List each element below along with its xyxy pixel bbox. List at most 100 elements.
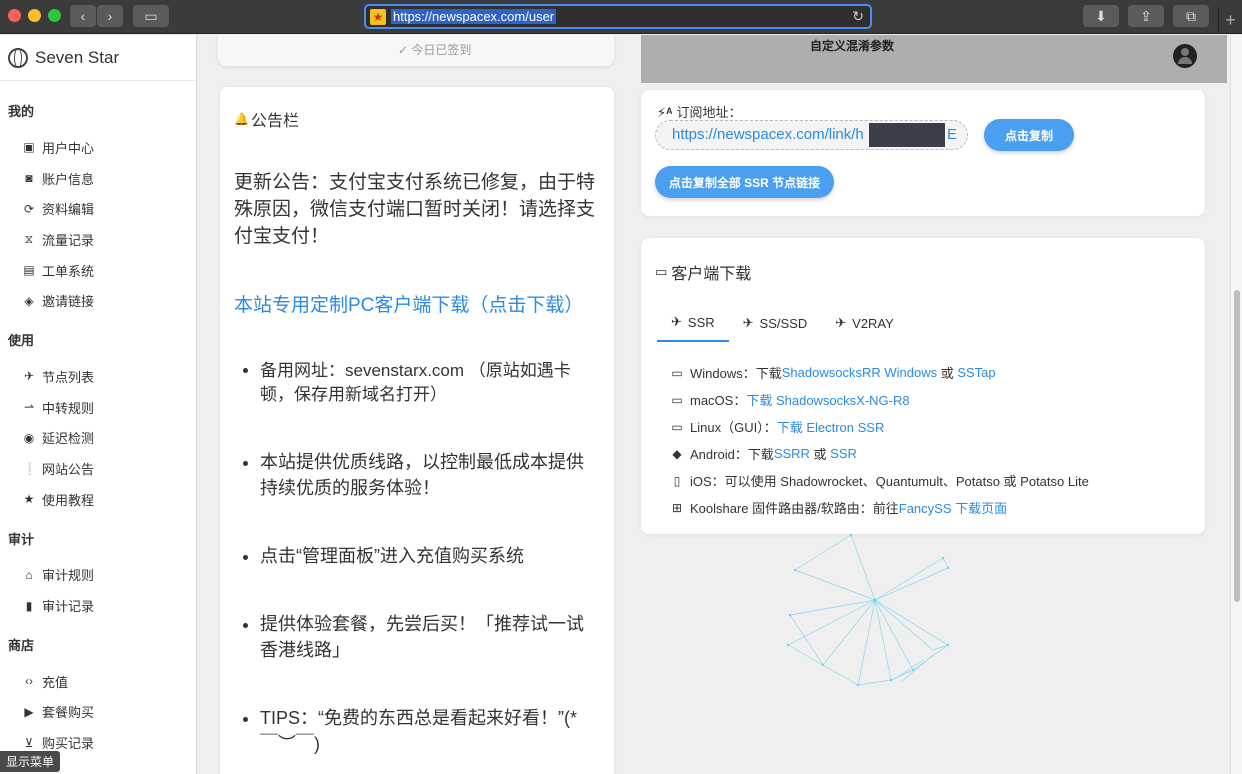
subscription-card: ⚡ᴬ 订阅地址： https://newspacex.com/link/h E 点… [641,90,1205,216]
sstap-link[interactable]: SSTap [957,365,995,380]
sidebar-item-label: 节点列表 [42,369,95,385]
globe-icon [8,47,28,68]
list-item: 点击“管理面板”进入充值购买系统 [260,543,600,569]
forum-icon: ▤ [23,263,35,278]
update-notice: 更新公告：支付宝支付系统已修复，由于特殊原因，微信支付端口暂时关闭！请选择支付宝… [234,172,596,247]
sidebar-item-node-list[interactable]: ✈ 节点列表 [0,361,196,392]
copy-all-ssr-button[interactable]: 点击复制全部 SSR 节点链接 [655,166,834,198]
sidebar-toggle-button[interactable]: ▭ [133,5,169,27]
download-row-linux: ▭ Linux（GUI）： 下载 Electron SSR [669,417,884,436]
tab-v2ray[interactable]: ✈ V2RAY [821,310,908,342]
download-or: 或 [937,366,958,381]
redaction-mask [869,123,945,147]
sidebar-item-buy-plan[interactable]: ▶ 套餐购买 [0,697,196,728]
sidebar-item-label: 充值 [42,674,69,690]
checkin-card: ✓ 今日已签到 [218,35,614,66]
sidebar-item-user-center[interactable]: ▣ 用户中心 [0,132,196,163]
airplane-icon: ✈ [23,369,35,384]
section-title-audit: 审计 [8,531,35,547]
download-or: 或 [809,447,831,462]
devices-icon: ▭ [655,264,668,279]
sidebar-item-account-info[interactable]: ◙ 账户信息 [0,163,196,194]
download-row-android: ◆ Android：下载 SSRR 或 SSR [669,444,857,463]
subscription-url-field[interactable]: https://newspacex.com/link/h E [655,120,968,150]
download-label: Koolshare 固件路由器/软路由：前往 [690,501,899,516]
sidebar-item-relay-rules[interactable]: ⇀ 中转规则 [0,392,196,423]
downloads-button[interactable]: ⬇ [1083,5,1119,27]
sidebar-item-label: 邀请链接 [42,294,95,310]
zoom-window-button[interactable] [48,9,61,22]
page-scrollbar[interactable] [1230,35,1242,774]
sidebar-item-profile-edit[interactable]: ⟳ 资料编辑 [0,193,196,224]
sidebar-item-latency-test[interactable]: ◉ 延迟检测 [0,423,196,454]
download-label: iOS：可以使用 Shadowrocket、Quantumult、Potatso… [690,474,1089,489]
sidebar-item-audit-log[interactable]: ▮ 审计记录 [0,590,196,621]
show-menu-button[interactable]: 显示菜单 [0,751,61,772]
ssrr-link[interactable]: SSRR [774,446,810,461]
sidebar-item-ticket-system[interactable]: ▤ 工单系统 [0,255,196,286]
account-circle-icon[interactable] [1173,44,1197,68]
client-tabs: ✈ SSR ✈ SS/SSD ✈ V2RAY [657,310,908,342]
tag-icon: ◈ [24,293,34,308]
bank-icon: ⌂ [25,567,33,582]
back-button[interactable]: ‹ [70,5,96,27]
ssr-android-link[interactable]: SSR [830,446,857,461]
sidebar-item-label: 套餐购买 [42,705,95,721]
tab-ss-ssd[interactable]: ✈ SS/SSD [729,310,822,342]
download-label: Windows：下载 [690,366,782,381]
share-icon: ⇪ [1140,7,1152,24]
chevron-left-icon: ‹ [80,8,86,24]
sidebar-item-label: 审计记录 [42,599,95,615]
eye-icon: ◉ [23,430,35,445]
main-content: ✓ 今日已签到 🔔 公告栏 更新公告：支付宝支付系统已修复，由于特殊原因，微信支… [198,35,1230,774]
flight-takeoff-icon: ✈ [742,315,754,330]
forward-button[interactable]: › [97,5,123,27]
scrollbar-thumb[interactable] [1234,290,1240,602]
sidebar-item-label: 使用教程 [42,492,95,508]
client-download-link[interactable]: 本站专用定制PC客户端下载（点击下载） [234,292,600,319]
share-button[interactable]: ⇪ [1128,5,1164,27]
obfs-settings-title: 自定义混淆参数 [810,39,895,53]
download-row-ios: ▯ iOS：可以使用 Shadowrocket、Quantumult、Potat… [669,471,1089,490]
sidebar-item-invite-link[interactable]: ◈ 邀请链接 [0,285,196,316]
ssr-windows-link[interactable]: ShadowsocksRR Windows [782,365,937,380]
tab-ssr[interactable]: ✈ SSR [657,310,729,342]
tab-label: V2RAY [852,315,894,331]
ssx-ng-link[interactable]: 下载 ShadowsocksX-NG-R8 [746,390,909,409]
sidebar-item-audit-rules[interactable]: ⌂ 审计规则 [0,560,196,591]
sidebar-item-label: 中转规则 [42,400,95,416]
sidebar-icon: ▭ [144,7,158,24]
new-tab-button[interactable]: + [1218,8,1242,34]
sidebar-item-announcements[interactable]: ❕ 网站公告 [0,453,196,484]
reload-icon[interactable]: ↻ [852,8,864,25]
address-bar[interactable]: ★ https://newspacex.com/user ↻ [364,4,872,29]
download-row-koolshare: ⊞ Koolshare 固件路由器/软路由：前往 FancySS 下载页面 [669,498,1007,517]
copy-subscription-button[interactable]: 点击复制 [984,119,1074,151]
tabs-overview-button[interactable]: ⧉ [1173,5,1209,27]
airplane-icon: ✈ [671,314,682,329]
fancyss-link[interactable]: FancySS 下载页面 [899,498,1007,517]
close-window-button[interactable] [8,9,21,22]
announcement-header: 🔔 公告栏 [234,107,600,131]
electron-ssr-link[interactable]: 下载 Electron SSR [777,417,885,436]
sidebar-item-tutorial[interactable]: ★ 使用教程 [0,484,196,515]
minimize-window-button[interactable] [28,9,41,22]
subscription-url: https://newspacex.com/link/h [672,126,864,143]
flight-land-icon: ✈ [835,315,847,330]
code-icon: ‹› [25,674,33,689]
list-item: TIPS：“免费的东西总是看起来好看！”(*￣︶￣) [260,705,600,757]
client-download-title: 客户端下载 [671,266,752,283]
sidebar-item-label: 资料编辑 [42,202,95,218]
wallet-icon: ▣ [23,140,35,155]
chevron-right-icon: › [107,8,113,24]
list-item: 本站提供优质线路，以控制最低成本提供持续优质的服务体验！ [260,449,600,501]
url-text[interactable]: https://newspacex.com/user [391,9,557,24]
brand[interactable]: Seven Star [0,35,196,81]
sidebar-item-recharge[interactable]: ‹› 充值 [0,666,196,697]
sidebar-item-traffic-log[interactable]: ⧖ 流量记录 [0,224,196,255]
top-navbar: 自定义混淆参数 [641,35,1227,83]
announcement-card: 🔔 公告栏 更新公告：支付宝支付系统已修复，由于特殊原因，微信支付端口暂时关闭！… [220,87,614,774]
browser-toolbar: ‹ › ▭ ★ https://newspacex.com/user ↻ ⬇ ⇪… [0,0,1242,34]
account-box-icon: ◙ [25,171,33,186]
announcement-title: 公告栏 [250,113,299,130]
